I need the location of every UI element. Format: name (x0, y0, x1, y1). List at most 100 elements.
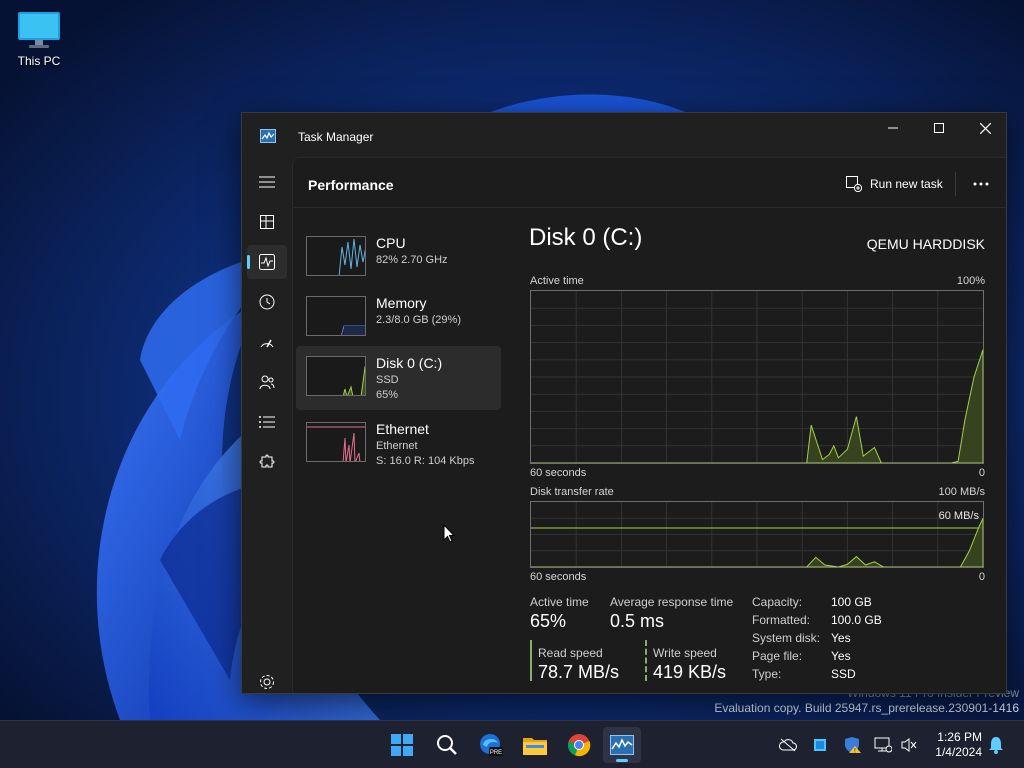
read-speed-indicator (530, 640, 532, 681)
prop-value: Yes (831, 631, 851, 645)
mouse-cursor (443, 524, 455, 543)
nav-users[interactable] (247, 365, 287, 399)
task-manager-icon (610, 735, 634, 755)
resource-usage: 65% (376, 389, 399, 401)
active-time-graph (530, 290, 984, 464)
notifications-button[interactable] (986, 735, 1006, 755)
startup-apps-icon (260, 339, 274, 348)
resource-subtitle: Ethernet (376, 440, 418, 452)
header-divider (955, 172, 956, 196)
prop-value: 100 GB (831, 595, 872, 609)
prop-label: Capacity: (752, 595, 803, 609)
ethernet-thumbnail-graph (306, 422, 366, 462)
search-button[interactable] (428, 727, 466, 763)
task-manager-app-icon (260, 129, 276, 143)
nav-menu-button[interactable] (247, 165, 287, 199)
minimize-button[interactable] (870, 113, 916, 143)
watermark-build: Evaluation copy. Build 25947.rs_prerelea… (714, 701, 1019, 715)
close-button[interactable] (962, 113, 1008, 143)
active-time-graph-max: 100% (956, 275, 985, 287)
write-speed-indicator (645, 640, 647, 681)
transfer-line-label: 60 MB/s (938, 510, 979, 522)
prop-label: Type: (752, 667, 782, 681)
edge-dev-icon: PRE (480, 734, 503, 756)
maximize-button[interactable] (916, 113, 962, 143)
prop-value: 100.0 GB (831, 613, 882, 627)
security-tray[interactable]: ! (843, 735, 863, 755)
task-manager-window: Task Manager Performance Run new task CP… (241, 112, 1007, 694)
resource-name: Ethernet (376, 421, 429, 437)
transfer-rate-graph-label: Disk transfer rate (530, 486, 614, 498)
app-history-icon (259, 294, 275, 310)
notes-tray[interactable] (810, 735, 830, 755)
resource-item-memory[interactable]: Memory 2.3/8.0 GB (29%) (296, 286, 501, 350)
resource-item-ethernet[interactable]: Ethernet Ethernet S: 16.0 R: 104 Kbps (296, 412, 501, 476)
this-pc-label: This PC (17, 54, 61, 68)
performance-page: Performance Run new task CPU 82% 2.70 GH… (292, 157, 1006, 693)
volume-tray[interactable] (899, 735, 919, 755)
run-task-icon (846, 176, 862, 192)
avg-response-label: Average response time (610, 595, 734, 609)
file-explorer-button[interactable] (516, 727, 554, 763)
page-header: Performance Run new task (293, 158, 1006, 208)
nav-startup-apps[interactable] (247, 325, 287, 359)
resource-item-disk[interactable]: Disk 0 (C:) SSD 65% (296, 346, 501, 410)
graph1-x-left: 60 seconds (530, 467, 587, 479)
svg-text:PRE: PRE (490, 750, 502, 756)
minimize-icon (888, 127, 898, 129)
resource-item-cpu[interactable]: CPU 82% 2.70 GHz (296, 226, 501, 290)
file-explorer-icon (523, 738, 547, 755)
cloud-offline-icon (779, 738, 797, 752)
transfer-rate-svg (531, 502, 983, 567)
taskbar-clock[interactable]: 1:26 PM 1/4/2024 (922, 730, 982, 760)
task-manager-taskbar-button[interactable] (603, 727, 641, 763)
network-tray[interactable] (873, 735, 893, 755)
clock-time: 1:26 PM (937, 730, 982, 744)
resource-name: Memory (376, 295, 427, 311)
nav-details[interactable] (247, 405, 287, 439)
resource-subtitle: SSD (376, 374, 399, 386)
notification-bell-icon (989, 737, 1003, 754)
read-speed-value: 78.7 MB/s (538, 662, 620, 682)
read-speed-label: Read speed (538, 646, 603, 660)
nav-services[interactable] (247, 445, 287, 479)
run-new-task-button[interactable]: Run new task (846, 171, 943, 197)
chrome-button[interactable] (560, 727, 598, 763)
resource-throughput: S: 16.0 R: 104 Kbps (376, 455, 475, 467)
this-pc-desktop-icon[interactable]: This PC (10, 10, 68, 68)
settings-icon (260, 675, 274, 689)
write-speed-label: Write speed (653, 646, 717, 660)
users-icon (259, 375, 275, 390)
memory-thumbnail-graph (306, 296, 366, 336)
prop-value: Yes (831, 649, 851, 663)
search-icon (437, 735, 457, 755)
volume-muted-icon (901, 738, 917, 752)
performance-icon (259, 254, 275, 270)
disk-title: Disk 0 (C:) (529, 224, 643, 251)
more-options-icon (973, 182, 989, 186)
nav-processes[interactable] (247, 205, 287, 239)
nav-settings[interactable] (247, 665, 287, 699)
active-time-svg (531, 291, 983, 463)
edge-dev-button[interactable]: PRE (472, 727, 510, 763)
start-button[interactable] (383, 727, 421, 763)
clock-date: 1/4/2024 (935, 745, 982, 759)
disk-detail-panel: Disk 0 (C:) QEMU HARDDISK Active time 10… (529, 208, 989, 694)
graph2-x-left: 60 seconds (530, 571, 587, 583)
monitor-icon (18, 12, 60, 48)
prop-label: Formatted: (752, 613, 811, 627)
resource-subtitle: 82% 2.70 GHz (376, 254, 448, 266)
nav-app-history[interactable] (247, 285, 287, 319)
cloud-offline-tray[interactable] (778, 735, 798, 755)
transfer-rate-graph: 60 MB/s (530, 501, 984, 568)
maximize-icon (934, 123, 944, 133)
graph2-x-right: 0 (978, 571, 985, 583)
resource-name: Disk 0 (C:) (376, 355, 443, 371)
taskbar: PRE ! 1:26 PM 1/4/2024 (0, 720, 1024, 768)
navigation-rail (242, 157, 292, 693)
disk-model: QEMU HARDDISK (866, 236, 985, 252)
active-time-label: Active time (530, 595, 589, 609)
nav-performance[interactable] (247, 245, 287, 279)
more-options-button[interactable] (963, 171, 999, 197)
title-bar[interactable]: Task Manager (242, 113, 1006, 157)
